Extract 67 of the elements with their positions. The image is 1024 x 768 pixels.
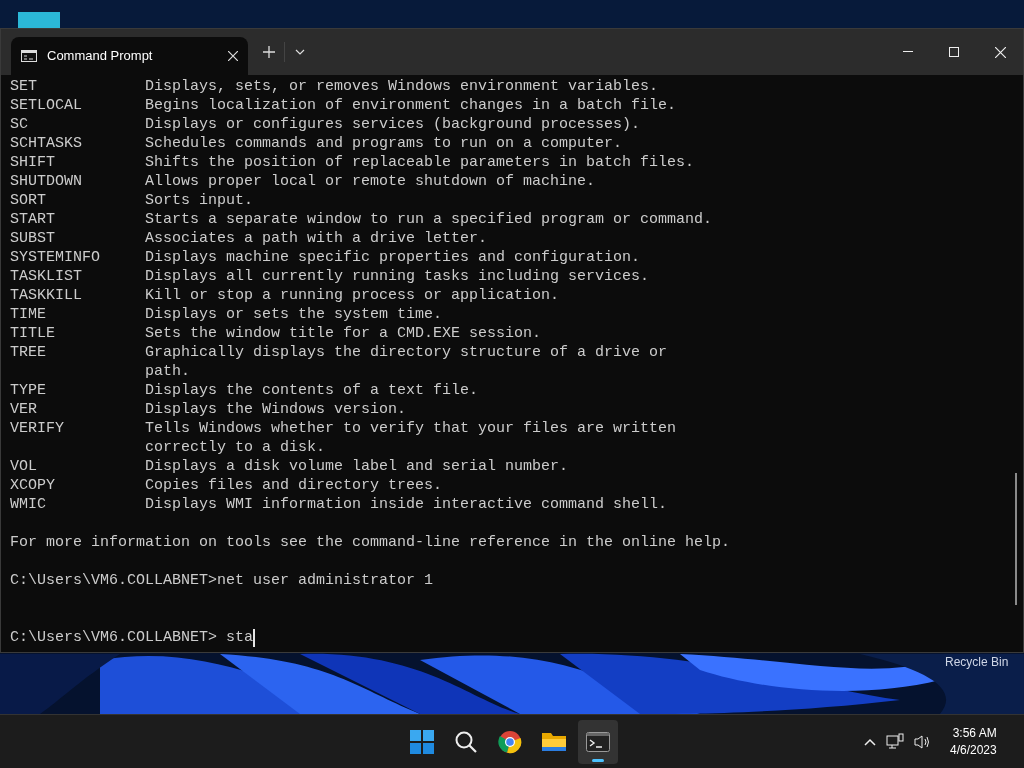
tab[interactable]: Command Prompt	[11, 37, 248, 75]
command-description: Allows proper local or remote shutdown of machine.	[145, 172, 596, 191]
scrollbar[interactable]	[1015, 473, 1017, 605]
command-description: Displays, sets, or removes Windows environment variables.	[145, 77, 659, 96]
command-name: TASKKILL	[10, 286, 83, 305]
windows-logo-icon	[410, 730, 434, 754]
command-description: Displays a disk volume label and serial number.	[145, 457, 569, 476]
command-description: Displays all currently running tasks including services.	[145, 267, 650, 286]
command-description: Displays or sets the system time.	[145, 305, 443, 324]
browser-icon	[498, 730, 522, 754]
command-description: Kill or stop a running process or application.	[145, 286, 560, 305]
active-indicator	[592, 759, 604, 762]
command-name: XCOPY	[10, 476, 56, 495]
command-name: SHIFT	[10, 153, 56, 172]
command-name: SORT	[10, 191, 47, 210]
command-name: TASKLIST	[10, 267, 83, 286]
close-icon[interactable]	[228, 51, 238, 61]
command-name: SYSTEMINFO	[10, 248, 101, 267]
command-name: START	[10, 210, 56, 229]
command-name: SUBST	[10, 229, 56, 248]
command-name: TITLE	[10, 324, 56, 343]
command-description: Copies files and directory trees.	[145, 476, 443, 495]
prompt-line: C:\Users\VM6.COLLABNET> sta	[10, 628, 254, 647]
minimize-icon	[903, 51, 913, 53]
maximize-icon	[949, 47, 959, 57]
command-name: SCHTASKS	[10, 134, 83, 153]
clock-date[interactable]: 4/6/2023	[950, 742, 997, 759]
command-description: Displays the Windows version.	[145, 400, 407, 419]
command-description: Tells Windows whether to verify that your files are written correctly to a disk.	[145, 419, 677, 457]
command-name: SC	[10, 115, 29, 134]
output-text: For more information on tools see the command-line reference in the online help.	[10, 534, 731, 551]
command-description: Displays machine specific properties and configuration.	[145, 248, 641, 267]
command-name: WMIC	[10, 495, 47, 514]
command-description: Associates a path with a drive letter.	[145, 229, 488, 248]
command-name: VERIFY	[10, 419, 65, 439]
command-description: Sorts input.	[145, 191, 254, 210]
command-name: SETLOCAL	[10, 96, 83, 115]
command-description: Schedules commands and programs to run on a computer.	[145, 134, 623, 153]
command-description: Displays the contents of a text file.	[145, 381, 479, 400]
command-description: Starts a separate window to run a specified program or command.	[145, 210, 713, 229]
volume-icon[interactable]	[914, 734, 932, 750]
chevron-up-icon[interactable]	[864, 738, 876, 746]
command-name: SET	[10, 77, 38, 96]
command-description: Sets the window title for a CMD.EXE session.	[145, 324, 542, 343]
command-description: Shifts the position of replaceable parameters in batch files.	[145, 153, 695, 172]
command-name: SHUTDOWN	[10, 172, 83, 191]
search-icon	[454, 730, 478, 754]
command-name: VER	[10, 400, 38, 419]
command-description: Graphically displays the directory structure of a drive or path.	[145, 343, 668, 381]
command-name: TIME	[10, 305, 47, 324]
clock-time[interactable]: 3:56 AM	[952, 725, 997, 742]
network-icon[interactable]	[886, 733, 904, 751]
terminal-icon	[21, 50, 37, 62]
plus-icon	[263, 46, 275, 58]
folder-icon	[541, 731, 567, 753]
prompt-line: C:\Users\VM6.COLLABNET>net user administrator 1	[10, 571, 434, 590]
desktop-icon-label[interactable]: Recycle Bin	[945, 655, 1009, 669]
command-name: TYPE	[10, 381, 47, 400]
chevron-down-icon	[295, 49, 305, 55]
command-description: Displays WMI information inside interactive command shell.	[145, 495, 668, 514]
taskbar-app-button[interactable]	[578, 720, 618, 764]
command-name: TREE	[10, 343, 47, 363]
command-description: Displays or configures services (background processes).	[145, 115, 641, 134]
close-icon	[994, 46, 1006, 58]
command-name: VOL	[10, 457, 38, 476]
command-description: Begins localization of environment changes in a batch file.	[145, 96, 677, 115]
terminal-icon	[586, 732, 610, 752]
